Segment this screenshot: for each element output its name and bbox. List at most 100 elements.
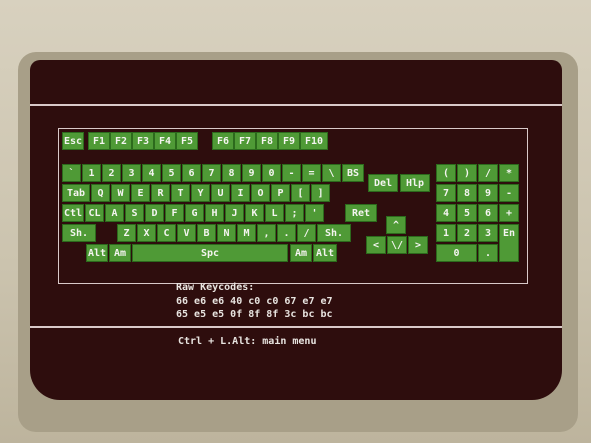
- key-q[interactable]: Q: [91, 184, 110, 202]
- raw-keycodes-line-1: 66 e6 e6 40 c0 c0 67 e7 e7: [176, 296, 333, 307]
- key-9[interactable]: 9: [478, 184, 498, 202]
- key-g[interactable]: G: [185, 204, 204, 222]
- key-sym[interactable]: /: [297, 224, 316, 242]
- key-0[interactable]: 0: [262, 164, 281, 182]
- key-sym[interactable]: +: [499, 204, 519, 222]
- key-f1[interactable]: F1: [88, 132, 110, 150]
- key-hlp[interactable]: Hlp: [400, 174, 430, 192]
- key-7[interactable]: 7: [202, 164, 221, 182]
- key-sym[interactable]: ': [305, 204, 324, 222]
- key-0[interactable]: 0: [436, 244, 477, 262]
- key-f7[interactable]: F7: [234, 132, 256, 150]
- key-am[interactable]: Am: [290, 244, 312, 262]
- key-4[interactable]: 4: [436, 204, 456, 222]
- key-f10[interactable]: F10: [300, 132, 328, 150]
- key-n[interactable]: N: [217, 224, 236, 242]
- key-sym[interactable]: .: [277, 224, 296, 242]
- key-am[interactable]: Am: [109, 244, 131, 262]
- key-2[interactable]: 2: [457, 224, 477, 242]
- key-sym[interactable]: /: [478, 164, 498, 182]
- key-bs[interactable]: BS: [342, 164, 364, 182]
- key-sym[interactable]: *: [499, 164, 519, 182]
- key-m[interactable]: M: [237, 224, 256, 242]
- key-v[interactable]: V: [177, 224, 196, 242]
- key-sym[interactable]: -: [499, 184, 519, 202]
- key-6[interactable]: 6: [182, 164, 201, 182]
- key-p[interactable]: P: [271, 184, 290, 202]
- key-sym[interactable]: ^: [386, 216, 406, 234]
- key-sym[interactable]: ;: [285, 204, 304, 222]
- crt-screen: Esc F1 F2 F3 F4 F5 F6 F7 F8 F9 F10 Del Hlp ` 1 2 3 4 5 6 7 8 9…: [30, 60, 562, 400]
- key-3[interactable]: 3: [478, 224, 498, 242]
- key-sym[interactable]: `: [62, 164, 81, 182]
- key-sym[interactable]: \/: [387, 236, 407, 254]
- key-x[interactable]: X: [137, 224, 156, 242]
- key-ctl[interactable]: Ctl: [62, 204, 84, 222]
- key-1[interactable]: 1: [436, 224, 456, 242]
- key-s[interactable]: S: [125, 204, 144, 222]
- key-2[interactable]: 2: [102, 164, 121, 182]
- key-c[interactable]: C: [157, 224, 176, 242]
- key-alt[interactable]: Alt: [86, 244, 108, 262]
- key-spc[interactable]: Spc: [132, 244, 288, 262]
- key-j[interactable]: J: [225, 204, 244, 222]
- key-cl[interactable]: CL: [85, 204, 104, 222]
- key-f9[interactable]: F9: [278, 132, 300, 150]
- key-sym[interactable]: .: [478, 244, 498, 262]
- key-sym[interactable]: -: [282, 164, 301, 182]
- key-1[interactable]: 1: [82, 164, 101, 182]
- key-l[interactable]: L: [265, 204, 284, 222]
- key-9[interactable]: 9: [242, 164, 261, 182]
- key-k[interactable]: K: [245, 204, 264, 222]
- key-8[interactable]: 8: [457, 184, 477, 202]
- key-f6[interactable]: F6: [212, 132, 234, 150]
- key-w[interactable]: W: [111, 184, 130, 202]
- key-tab[interactable]: Tab: [62, 184, 90, 202]
- key-sym[interactable]: >: [408, 236, 428, 254]
- key-sym[interactable]: =: [302, 164, 321, 182]
- key-7[interactable]: 7: [436, 184, 456, 202]
- top-divider: [30, 104, 562, 106]
- key-b[interactable]: B: [197, 224, 216, 242]
- key-f4[interactable]: F4: [154, 132, 176, 150]
- key-sym[interactable]: <: [366, 236, 386, 254]
- key-sh[interactable]: Sh.: [317, 224, 351, 242]
- key-y[interactable]: Y: [191, 184, 210, 202]
- key-del[interactable]: Del: [368, 174, 398, 192]
- key-f3[interactable]: F3: [132, 132, 154, 150]
- key-e[interactable]: E: [131, 184, 150, 202]
- key-sh[interactable]: Sh.: [62, 224, 96, 242]
- key-z[interactable]: Z: [117, 224, 136, 242]
- key-u[interactable]: U: [211, 184, 230, 202]
- key-5[interactable]: 5: [162, 164, 181, 182]
- key-sym[interactable]: (: [436, 164, 456, 182]
- key-8[interactable]: 8: [222, 164, 241, 182]
- key-t[interactable]: T: [171, 184, 190, 202]
- key-sym[interactable]: ): [457, 164, 477, 182]
- key-sym[interactable]: \: [322, 164, 341, 182]
- key-en[interactable]: En: [499, 224, 519, 262]
- key-f2[interactable]: F2: [110, 132, 132, 150]
- raw-keycodes-label: Raw Keycodes:: [176, 282, 255, 293]
- key-f8[interactable]: F8: [256, 132, 278, 150]
- key-esc[interactable]: Esc: [62, 132, 84, 150]
- key-d[interactable]: D: [145, 204, 164, 222]
- key-f5[interactable]: F5: [176, 132, 198, 150]
- key-a[interactable]: A: [105, 204, 124, 222]
- key-sym[interactable]: ]: [311, 184, 330, 202]
- key-f[interactable]: F: [165, 204, 184, 222]
- key-sym[interactable]: [: [291, 184, 310, 202]
- key-6[interactable]: 6: [478, 204, 498, 222]
- key-sym[interactable]: ,: [257, 224, 276, 242]
- key-3[interactable]: 3: [122, 164, 141, 182]
- key-blank[interactable]: [97, 224, 116, 242]
- key-ret[interactable]: Ret: [345, 204, 377, 222]
- key-5[interactable]: 5: [457, 204, 477, 222]
- key-i[interactable]: I: [231, 184, 250, 202]
- key-4[interactable]: 4: [142, 164, 161, 182]
- key-blank[interactable]: [325, 204, 344, 222]
- key-h[interactable]: H: [205, 204, 224, 222]
- key-alt[interactable]: Alt: [313, 244, 337, 262]
- key-o[interactable]: O: [251, 184, 270, 202]
- key-r[interactable]: R: [151, 184, 170, 202]
